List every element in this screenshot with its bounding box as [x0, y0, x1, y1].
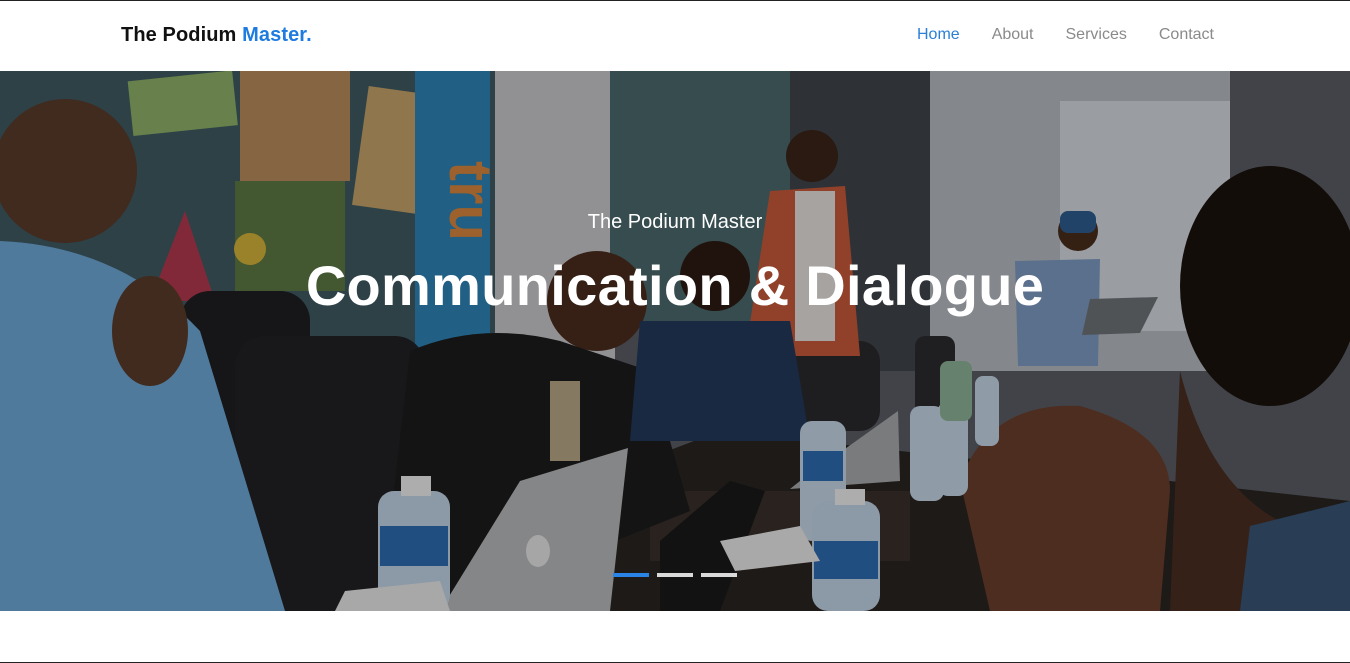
- brand-name: The Podium: [121, 24, 243, 46]
- nav-link-about[interactable]: About: [992, 26, 1034, 44]
- hero-subtitle: The Podium Master: [587, 211, 763, 233]
- navbar: The Podium Master. Home About Services C…: [0, 0, 1350, 71]
- nav-link-home[interactable]: Home: [917, 26, 960, 44]
- carousel-indicator-1[interactable]: [613, 573, 649, 577]
- nav-link-contact[interactable]: Contact: [1159, 26, 1214, 44]
- hero-carousel: tru The Podium Master Communication & Di…: [0, 71, 1350, 611]
- nav-link-services[interactable]: Services: [1066, 26, 1127, 44]
- nav-menu: Home About Services Contact: [885, 26, 1214, 44]
- brand-logo[interactable]: The Podium Master.: [121, 24, 312, 47]
- brand-accent: Master.: [242, 24, 312, 46]
- carousel-indicators: [613, 573, 737, 577]
- hero-title: Communication & Dialogue: [305, 254, 1045, 317]
- carousel-indicator-3[interactable]: [701, 573, 737, 577]
- carousel-indicator-2[interactable]: [657, 573, 693, 577]
- hero-overlay: [0, 71, 1350, 611]
